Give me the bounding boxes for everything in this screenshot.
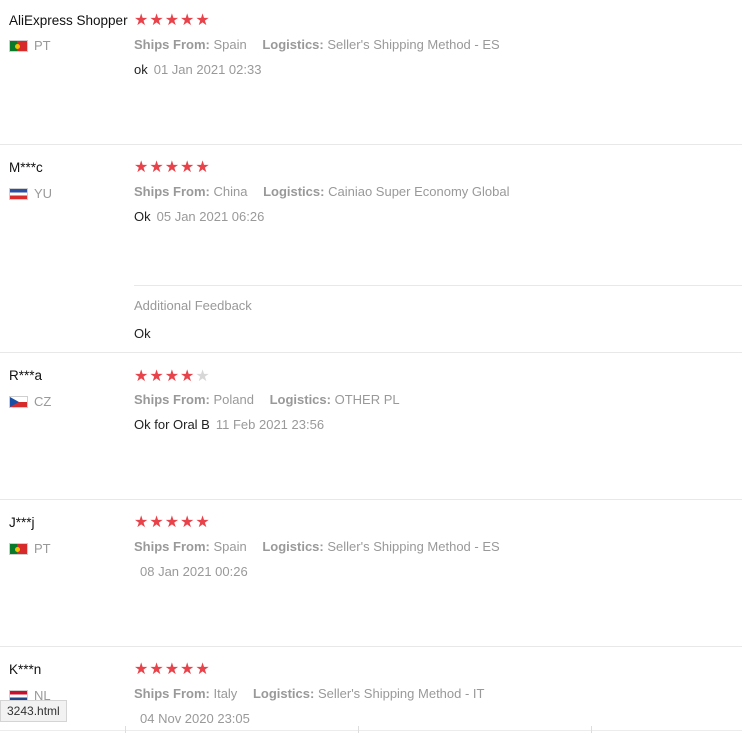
czech-flag-icon xyxy=(9,395,28,408)
logistics-label: Logistics: xyxy=(252,686,315,701)
ships-from-label: Ships From: xyxy=(134,392,210,407)
ships-from-value: Spain xyxy=(213,539,247,554)
country-code: PT xyxy=(34,541,51,556)
shipping-info: Ships From: Spain Logistics: Seller's Sh… xyxy=(134,539,500,554)
additional-feedback-divider xyxy=(134,285,742,286)
star-icon: ★ xyxy=(134,514,149,531)
review-item: J***j PT ★ ★ ★ ★ ★ Ships From: Spain Logisti… xyxy=(0,500,742,646)
column-divider xyxy=(591,726,592,733)
star-icon: ★ xyxy=(134,661,149,678)
feedback-text: Ok for Oral B 11 Feb 2021 23:56 xyxy=(134,417,324,432)
reviewer-name: J***j xyxy=(9,515,35,530)
ships-from-value: Italy xyxy=(213,686,238,701)
reviewer-name: R***a xyxy=(9,368,43,383)
star-empty-icon: ★ xyxy=(195,368,210,385)
star-icon: ★ xyxy=(149,514,164,531)
country-code: YU xyxy=(34,186,53,201)
review-item: K***n NL ★ ★ ★ ★ ★ Ships From: Italy Logisti… xyxy=(0,647,742,733)
reviewer-country: PT xyxy=(9,38,51,53)
bottom-divider xyxy=(0,730,742,731)
ships-from-label: Ships From: xyxy=(134,539,210,554)
ships-from-label: Ships From: xyxy=(134,184,210,199)
shipping-info: Ships From: Spain Logistics: Seller's Sh… xyxy=(134,37,500,52)
star-icon: ★ xyxy=(180,514,195,531)
star-icon: ★ xyxy=(164,661,180,678)
column-divider xyxy=(125,726,126,733)
shipping-info: Ships From: Poland Logistics: OTHER PL xyxy=(134,392,400,407)
reviewer-name: K***n xyxy=(9,662,42,677)
star-rating: ★ ★ ★ ★ ★ xyxy=(134,662,210,678)
logistics-label: Logistics: xyxy=(262,539,324,554)
column-divider xyxy=(358,726,359,733)
reviewer-country: PT xyxy=(9,541,51,556)
logistics-label: Logistics: xyxy=(263,184,325,199)
feedback-body: Ok xyxy=(134,209,151,224)
shipping-info: Ships From: China Logistics: Cainiao Sup… xyxy=(134,184,509,199)
review-date: 01 Jan 2021 02:33 xyxy=(153,62,262,77)
star-icon: ★ xyxy=(149,159,164,176)
star-icon: ★ xyxy=(195,661,210,678)
additional-feedback-text: Ok xyxy=(134,326,151,341)
review-item: M***c YU ★ ★ ★ ★ ★ Ships From: China Logisti… xyxy=(0,145,742,352)
star-icon: ★ xyxy=(195,12,210,29)
star-icon: ★ xyxy=(149,661,164,678)
star-icon: ★ xyxy=(195,514,210,531)
feedback-text: 08 Jan 2021 00:26 xyxy=(134,564,248,579)
star-icon: ★ xyxy=(180,12,195,29)
star-rating: ★ ★ ★ ★ ★ xyxy=(134,369,210,385)
review-item: AliExpress Shopper PT ★ ★ ★ ★ ★ Ships From: … xyxy=(0,0,742,144)
review-item: R***a CZ ★ ★ ★ ★ ★ Ships From: Poland Logist… xyxy=(0,353,742,499)
portugal-flag-icon xyxy=(9,39,28,52)
ships-from-value: Poland xyxy=(213,392,254,407)
logistics-label: Logistics: xyxy=(262,37,324,52)
star-icon: ★ xyxy=(164,159,180,176)
star-icon: ★ xyxy=(149,368,164,385)
portugal-flag-icon xyxy=(9,542,28,555)
additional-feedback-title: Additional Feedback xyxy=(134,298,252,313)
reviewer-country: CZ xyxy=(9,394,51,409)
country-code: PT xyxy=(34,38,51,53)
star-icon: ★ xyxy=(195,159,210,176)
review-date: 04 Nov 2020 23:05 xyxy=(140,711,250,726)
review-date: 11 Feb 2021 23:56 xyxy=(215,417,325,432)
shipping-info: Ships From: Italy Logistics: Seller's Sh… xyxy=(134,686,484,701)
ships-from-value: Spain xyxy=(213,37,247,52)
feedback-text: Ok 05 Jan 2021 06:26 xyxy=(134,209,264,224)
star-icon: ★ xyxy=(180,159,195,176)
feedback-text: 04 Nov 2020 23:05 xyxy=(134,711,250,726)
ships-from-value: China xyxy=(213,184,248,199)
logistics-value: OTHER PL xyxy=(334,392,400,407)
star-rating: ★ ★ ★ ★ ★ xyxy=(134,160,210,176)
browser-status-bar: 3243.html xyxy=(0,700,67,722)
star-icon: ★ xyxy=(149,12,164,29)
star-icon: ★ xyxy=(180,661,195,678)
logistics-value: Seller's Shipping Method - ES xyxy=(327,37,500,52)
feedback-body: ok xyxy=(134,62,148,77)
star-icon: ★ xyxy=(164,12,180,29)
logistics-value: Seller's Shipping Method - IT xyxy=(317,686,485,701)
reviewer-name: M***c xyxy=(9,160,43,175)
logistics-label: Logistics: xyxy=(269,392,331,407)
reviewer-country: YU xyxy=(9,186,52,201)
star-icon: ★ xyxy=(134,368,149,385)
star-icon: ★ xyxy=(180,368,195,385)
ships-from-label: Ships From: xyxy=(134,37,210,52)
reviewer-name: AliExpress Shopper xyxy=(9,13,128,28)
star-icon: ★ xyxy=(164,514,180,531)
star-icon: ★ xyxy=(134,12,149,29)
review-date: 08 Jan 2021 00:26 xyxy=(140,564,248,579)
star-icon: ★ xyxy=(134,159,149,176)
logistics-value: Cainiao Super Economy Global xyxy=(328,184,510,199)
star-icon: ★ xyxy=(164,368,180,385)
logistics-value: Seller's Shipping Method - ES xyxy=(327,539,500,554)
star-rating: ★ ★ ★ ★ ★ xyxy=(134,515,210,531)
star-rating: ★ ★ ★ ★ ★ xyxy=(134,13,210,29)
country-code: CZ xyxy=(34,394,52,409)
review-date: 05 Jan 2021 06:26 xyxy=(156,209,265,224)
feedback-body: Ok for Oral B xyxy=(134,417,210,432)
yugoslavia-flag-icon xyxy=(9,187,28,200)
ships-from-label: Ships From: xyxy=(134,686,210,701)
feedback-text: ok 01 Jan 2021 02:33 xyxy=(134,62,261,77)
